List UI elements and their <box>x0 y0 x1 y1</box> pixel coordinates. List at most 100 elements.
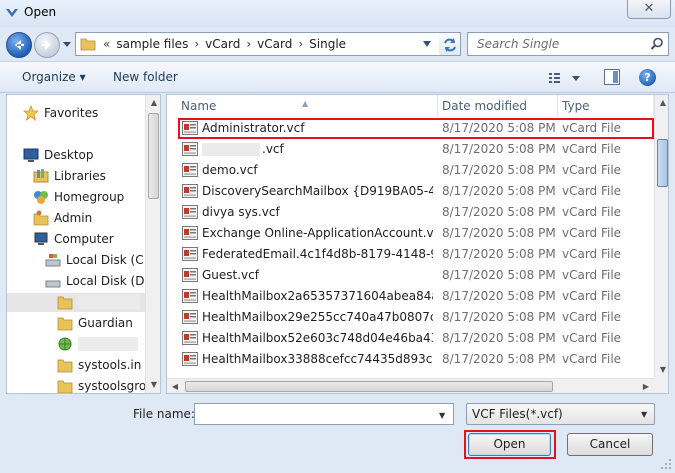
column-header-label: Type <box>562 99 590 113</box>
nav-item-label: Favorites <box>44 106 99 120</box>
search-box[interactable]: Search Single <box>467 32 669 56</box>
navigation-pane: Favorites Desktop Libraries Homegroup Ad… <box>6 94 161 394</box>
file-list-horizontal-scrollbar[interactable]: ◀ ▶ <box>167 378 654 393</box>
scroll-corner <box>654 378 668 393</box>
file-date: 8/17/2020 5:08 PM <box>442 184 556 198</box>
nav-item-admin[interactable]: Admin <box>33 208 92 228</box>
scroll-right-icon[interactable]: ▶ <box>638 379 654 393</box>
file-row[interactable]: DiscoverySearchMailbox {D919BA05-46A... 8… <box>167 181 654 202</box>
file-type: vCard File <box>562 142 622 156</box>
help-icon[interactable]: ? <box>639 69 656 86</box>
address-bar[interactable]: « sample files › vCard › vCard › Single <box>75 32 460 56</box>
file-row[interactable]: .vcf 8/17/2020 5:08 PM vCard File <box>167 139 654 160</box>
preview-pane-icon[interactable] <box>604 69 620 85</box>
organize-menu-button[interactable]: Organize ▾ <box>22 70 86 84</box>
scroll-up-icon[interactable]: ▲ <box>655 95 668 111</box>
breadcrumb-item[interactable]: sample files <box>113 37 191 51</box>
back-button[interactable] <box>6 32 32 58</box>
file-date: 8/17/2020 5:08 PM <box>442 331 556 345</box>
column-header-date[interactable]: Date modified <box>438 95 558 117</box>
column-header-name[interactable]: Name ▲ <box>167 95 438 117</box>
nav-item-libraries[interactable]: Libraries <box>33 166 106 186</box>
change-view-icon[interactable] <box>547 70 581 86</box>
nav-item-favorites[interactable]: Favorites <box>23 103 98 123</box>
file-type: vCard File <box>562 352 622 366</box>
vcard-file-icon <box>182 247 198 261</box>
nav-item-local-disk-d[interactable]: Local Disk (D:) <box>45 271 153 291</box>
file-row[interactable]: Guest.vcf 8/17/2020 5:08 PM vCard File <box>167 265 654 286</box>
file-row[interactable]: divya sys.vcf 8/17/2020 5:08 PM vCard File <box>167 202 654 223</box>
scroll-down-icon[interactable]: ▼ <box>655 362 668 378</box>
annotation-highlight-selected-file <box>178 118 654 139</box>
file-date: 8/17/2020 5:08 PM <box>442 268 556 282</box>
file-type: vCard File <box>562 226 622 240</box>
star-icon <box>23 105 39 121</box>
search-placeholder: Search Single <box>477 37 560 51</box>
file-row[interactable]: HealthMailbox52e603c748d04e46ba432e8... 8… <box>167 328 654 349</box>
file-name: DiscoverySearchMailbox {D919BA05-46A... <box>202 184 433 198</box>
command-toolbar: Organize ▾ New folder ? <box>0 61 675 93</box>
search-icon[interactable] <box>650 37 664 51</box>
nav-item-desktop[interactable]: Desktop <box>23 145 94 165</box>
nav-item-computer[interactable]: Computer <box>33 229 114 249</box>
forward-arrow-icon <box>42 40 51 50</box>
column-header-label: Name <box>181 99 217 113</box>
nav-item-guardian[interactable]: Guardian <box>57 313 133 333</box>
file-name: divya sys.vcf <box>202 205 280 219</box>
recent-pages-dropdown-icon[interactable] <box>62 39 72 49</box>
file-name-input[interactable]: ▼ <box>194 403 454 425</box>
file-name: HealthMailbox29e255cc740a47b0807c3eb... <box>202 310 433 324</box>
file-row[interactable]: demo.vcf 8/17/2020 5:08 PM vCard File <box>167 160 654 181</box>
nav-item-redacted-network[interactable] <box>57 334 138 354</box>
scroll-down-icon[interactable]: ▼ <box>146 377 160 393</box>
vcard-file-icon <box>182 226 198 240</box>
breadcrumb-separator[interactable]: › <box>191 37 202 51</box>
sort-ascending-icon: ▲ <box>302 99 309 108</box>
breadcrumb-overflow[interactable]: « <box>100 37 113 51</box>
address-dropdown-icon[interactable] <box>422 40 432 48</box>
new-folder-button[interactable]: New folder <box>113 70 178 84</box>
file-name: Guest.vcf <box>202 268 259 282</box>
file-type-select[interactable]: VCF Files(*.vcf) ▼ <box>466 403 655 425</box>
file-name: HealthMailbox52e603c748d04e46ba432e8... <box>202 331 433 345</box>
forward-button[interactable] <box>34 32 60 58</box>
file-name-dropdown-icon[interactable]: ▼ <box>439 411 445 420</box>
nav-item-label: Local Disk (C:) <box>66 253 153 267</box>
file-type: vCard File <box>562 247 622 261</box>
vcard-file-icon <box>182 142 198 156</box>
drive-icon <box>45 280 61 288</box>
close-button[interactable]: ✕ <box>627 0 671 19</box>
file-row[interactable]: HealthMailbox2a65357371604abea84a715... 8… <box>167 286 654 307</box>
breadcrumb-item[interactable]: Single <box>306 37 349 51</box>
nav-scroll-thumb[interactable] <box>148 113 159 199</box>
cancel-button[interactable]: Cancel <box>567 433 653 456</box>
file-name-label: File name: <box>133 407 195 421</box>
file-row[interactable]: HealthMailbox33888cefcc74435d893c1d9... 8… <box>167 349 654 370</box>
breadcrumb-separator[interactable]: › <box>243 37 254 51</box>
breadcrumb-item[interactable]: vCard <box>254 37 295 51</box>
nav-item-homegroup[interactable]: Homegroup <box>33 187 124 207</box>
scroll-left-icon[interactable]: ◀ <box>167 379 183 393</box>
horizontal-scroll-thumb[interactable] <box>185 381 553 392</box>
nav-item-redacted-folder[interactable] <box>57 292 140 312</box>
nav-scrollbar[interactable]: ▲ ▼ <box>145 95 160 393</box>
breadcrumb-separator[interactable]: › <box>295 37 306 51</box>
file-list: Name ▲ Date modified Type Administrator.… <box>166 94 669 394</box>
scroll-up-icon[interactable]: ▲ <box>146 95 160 111</box>
file-row[interactable]: HealthMailbox29e255cc740a47b0807c3eb... 8… <box>167 307 654 328</box>
resize-grip-icon[interactable] <box>660 458 672 470</box>
nav-item-systools-in[interactable]: systools.in <box>57 355 141 375</box>
column-header-type[interactable]: Type <box>558 95 654 117</box>
back-arrow-icon <box>15 40 24 50</box>
refresh-button[interactable] <box>439 32 461 56</box>
file-type: vCard File <box>562 163 622 177</box>
nav-item-label: systools.in <box>78 358 142 372</box>
vcard-file-icon <box>182 352 198 366</box>
breadcrumb-item[interactable]: vCard <box>202 37 243 51</box>
vcard-file-icon <box>182 268 198 282</box>
file-list-vertical-scrollbar[interactable]: ▲ ▼ <box>654 95 668 378</box>
nav-item-local-disk-c[interactable]: Local Disk (C:) <box>45 250 152 270</box>
file-row[interactable]: FederatedEmail.4c1f4d8b-8179-4148-93b...… <box>167 244 654 265</box>
file-row[interactable]: Exchange Online-ApplicationAccount.vcf 8/… <box>167 223 654 244</box>
file-scroll-thumb[interactable] <box>657 139 668 187</box>
